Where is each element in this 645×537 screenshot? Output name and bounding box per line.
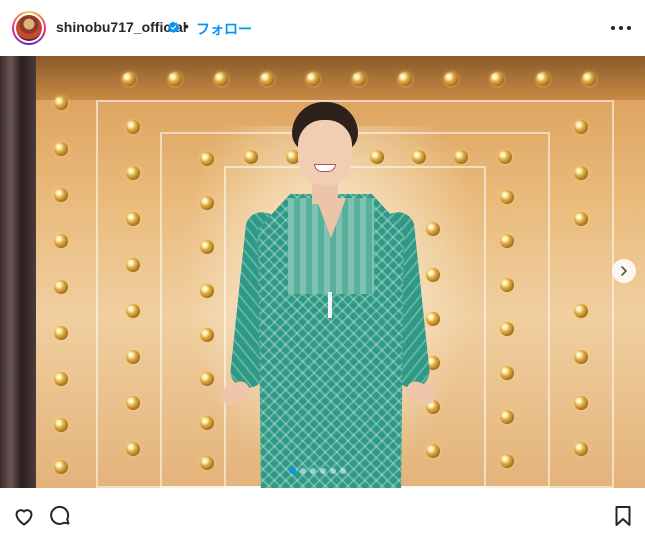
light-bulb [500,454,514,468]
light-bulb [574,212,588,226]
separator-dot: • [184,18,189,34]
carousel-dot[interactable] [320,468,326,474]
verified-badge-icon [167,21,180,34]
light-bulb [500,278,514,292]
more-horizontal-icon[interactable] [611,18,631,38]
light-bulb [54,460,68,474]
light-bulb [500,234,514,248]
person-figure [210,102,450,488]
light-bulb [500,190,514,204]
light-bulb [260,72,274,86]
action-bar [0,488,645,537]
light-bulb [498,150,512,164]
light-bulb [574,442,588,456]
carousel-dot[interactable] [300,468,306,474]
bookmark-icon[interactable] [611,504,635,528]
light-bulb [536,72,550,86]
light-bulb [444,72,458,86]
light-bulb [54,372,68,386]
light-bulb [454,150,468,164]
light-bulb [54,234,68,248]
light-bulb [574,350,588,364]
post-header: shinobu717_official • フォロー [0,0,645,56]
avatar-photo [16,15,42,41]
avatar[interactable] [12,11,46,45]
light-bulb [582,72,596,86]
light-bulb [126,304,140,318]
right-hand [403,378,439,408]
stone-wall [0,56,36,488]
light-bulb [500,322,514,336]
light-bulb [126,166,140,180]
light-bulb [126,442,140,456]
light-bulb [574,304,588,318]
light-bulb [54,96,68,110]
light-bulb [54,188,68,202]
follow-button[interactable]: フォロー [196,19,252,39]
comment-icon[interactable] [48,504,72,528]
light-bulb [490,72,504,86]
light-bulb [54,418,68,432]
carousel-dot[interactable] [340,468,346,474]
light-bulb [500,366,514,380]
light-bulb [214,72,228,86]
light-bulb [574,166,588,180]
light-bulb [126,396,140,410]
carousel-dot[interactable] [290,468,296,474]
light-bulb [54,142,68,156]
light-bulb [126,350,140,364]
light-bulb [126,258,140,272]
light-bulb [54,280,68,294]
carousel-dots [290,468,346,474]
light-bulb [126,212,140,226]
light-bulb [306,72,320,86]
carousel-dot[interactable] [330,468,336,474]
light-bulb [122,72,136,86]
light-bulb [168,72,182,86]
post-image[interactable] [0,56,645,488]
light-bulb [398,72,412,86]
light-bulb [574,396,588,410]
light-bulb [54,326,68,340]
light-bulb [352,72,366,86]
dress-tassel [328,292,332,318]
light-bulb [500,410,514,424]
carousel-dot[interactable] [310,468,316,474]
chevron-right-icon [621,266,627,276]
light-bulb [126,120,140,134]
face [298,120,352,186]
heart-icon[interactable] [12,504,36,528]
light-bulb [574,120,588,134]
carousel-next-button[interactable] [612,259,636,283]
